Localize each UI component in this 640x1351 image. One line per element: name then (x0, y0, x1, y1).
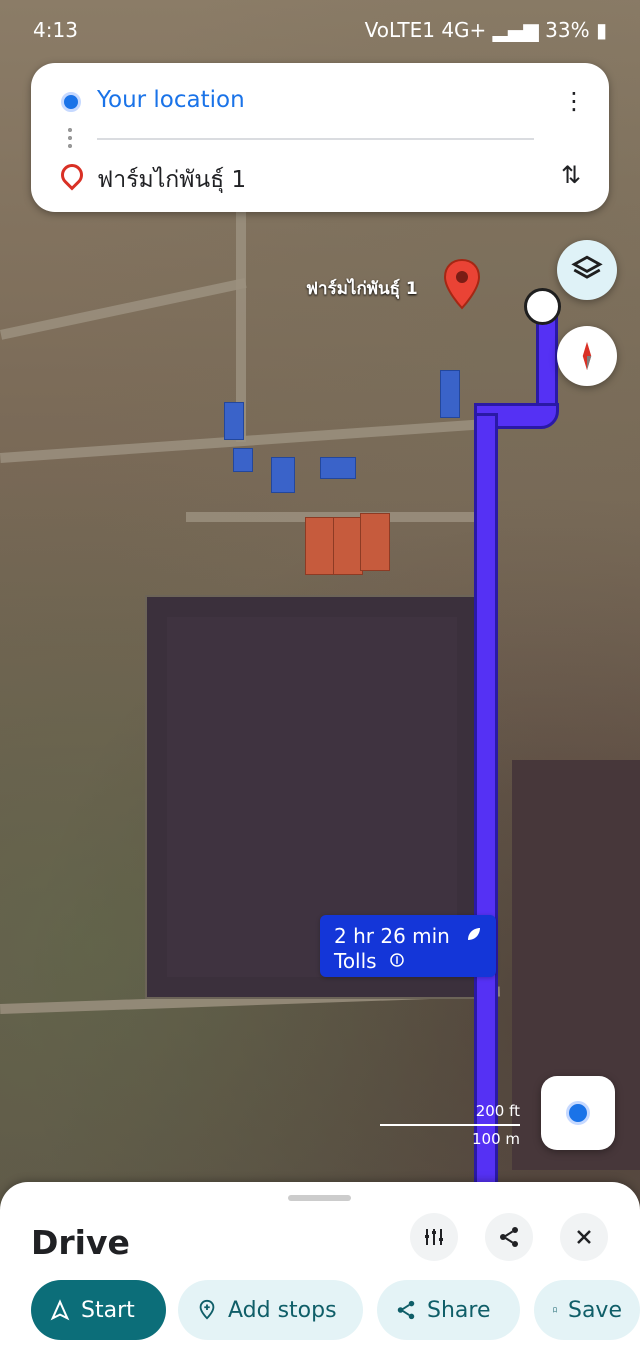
destination-pin-icon[interactable] (443, 258, 481, 310)
start-label: Start (81, 1297, 135, 1323)
sheet-title: Drive (31, 1223, 130, 1262)
current-location-icon (61, 92, 81, 112)
tune-icon (425, 1229, 443, 1245)
road-upper-horizontal (0, 278, 247, 340)
divider (97, 138, 534, 140)
status-bar: 4:13 VoLTE1 4G+ ▂▄▆ 33% ▮ (0, 0, 640, 52)
add-stops-label: Add stops (228, 1297, 337, 1323)
close-button[interactable] (560, 1213, 608, 1261)
sheet-grabber[interactable] (288, 1195, 351, 1201)
scale-m: 100 m (471, 1130, 520, 1148)
scale-line (380, 1124, 520, 1126)
layers-icon (571, 255, 603, 279)
map-pin-label: ฟาร์มไก่พันธุ์ 1 (306, 279, 418, 299)
route-time: 2 hr 26 min (334, 924, 450, 948)
building (224, 402, 244, 440)
route-options-button[interactable] (410, 1213, 458, 1261)
share-icon (500, 1227, 518, 1247)
layers-button[interactable] (557, 240, 617, 300)
route-tolls: Tolls (334, 949, 377, 973)
add-stop-icon (199, 1299, 215, 1320)
start-button[interactable]: Start (31, 1280, 166, 1340)
scale-ft: 200 ft (475, 1102, 520, 1120)
building-red-roof (333, 517, 363, 575)
my-location-icon (566, 1101, 590, 1125)
compass-button[interactable] (557, 326, 617, 386)
share-button[interactable]: Share (377, 1280, 520, 1340)
swap-icon[interactable]: ⇅ (556, 160, 586, 190)
route-line-main (474, 413, 498, 1188)
building (320, 457, 356, 479)
bookmark-icon (553, 1307, 557, 1313)
add-stops-button[interactable]: Add stops (178, 1280, 363, 1340)
close-icon (577, 1230, 591, 1244)
more-options-icon[interactable]: ⋮ (562, 88, 586, 114)
building (440, 370, 460, 418)
battery-icon: ▮ (595, 18, 607, 42)
map-scale: 200 ft 100 m (380, 1096, 520, 1148)
share-icon (397, 1300, 415, 1320)
my-location-button[interactable] (541, 1076, 615, 1150)
compass-icon (582, 341, 592, 371)
share-label: Share (427, 1297, 491, 1323)
route-connector-icon (68, 126, 72, 150)
route-duration-chip[interactable]: 2 hr 26 min Tolls (320, 915, 496, 977)
building-red-roof (360, 513, 390, 571)
status-time: 4:13 (33, 18, 78, 42)
building (233, 448, 253, 472)
building (271, 457, 295, 493)
signal-icon: ▂▄▆ (492, 18, 539, 42)
toll-icon (390, 953, 404, 967)
network-indicator: VoLTE1 4G+ (364, 18, 487, 42)
share-route-button[interactable] (485, 1213, 533, 1261)
navigation-icon (50, 1299, 70, 1321)
save-label: Save (567, 1297, 622, 1323)
route-line-top (536, 312, 558, 414)
origin-field[interactable]: Your location (97, 87, 245, 113)
eco-leaf-icon (468, 928, 480, 940)
battery-percent: 33% (545, 18, 590, 42)
destination-field[interactable]: ฟาร์มไก่พันธุ์ 1 (97, 162, 246, 198)
building-red-roof (305, 517, 335, 575)
save-button[interactable]: Save (534, 1280, 640, 1340)
route-start-dot (524, 288, 561, 325)
status-icons: VoLTE1 4G+ ▂▄▆ 33% ▮ (365, 18, 607, 42)
